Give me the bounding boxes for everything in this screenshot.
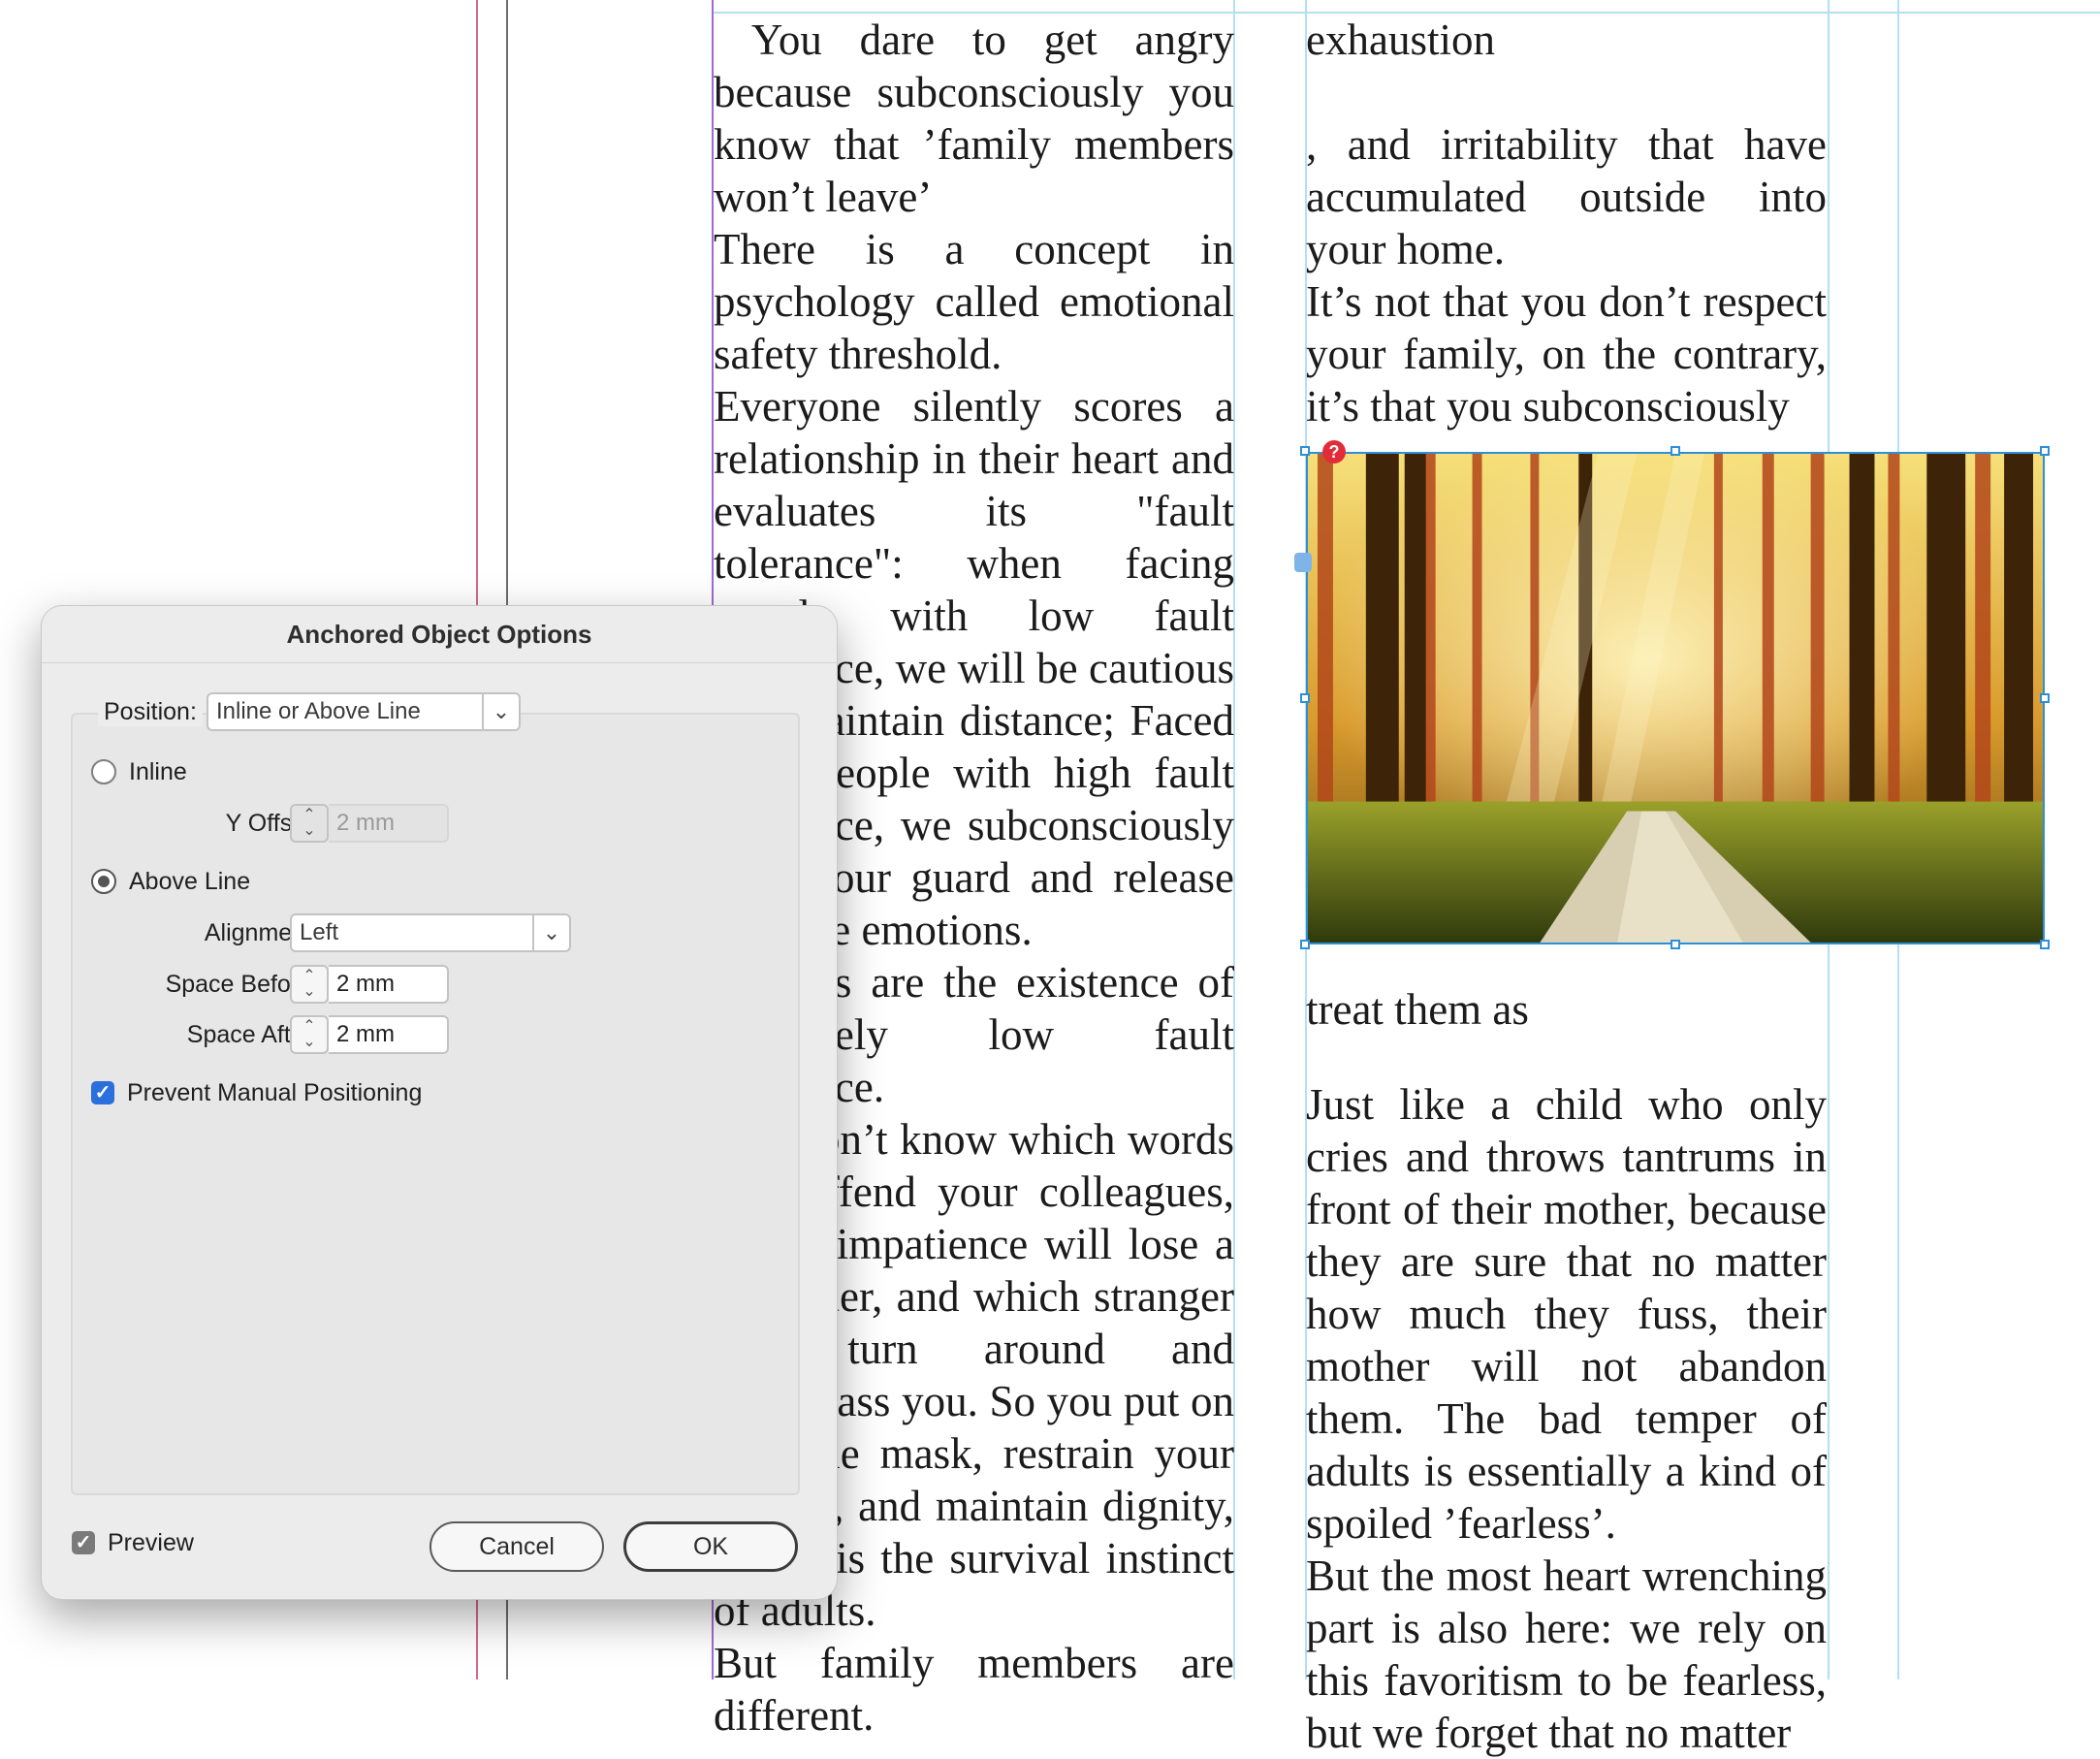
checkmark-icon: ✓: [94, 1082, 111, 1103]
forest-image: [1308, 454, 2043, 943]
space-after-label: Space After:: [186, 1021, 319, 1048]
paragraph: But family members are different.: [714, 1639, 1234, 1740]
paragraph: You dare to get angry because subconscio…: [714, 16, 1234, 221]
chevron-down-icon: ⌄: [532, 915, 569, 950]
paragraph: exhaustion: [1306, 16, 1495, 64]
inline-label: Inline: [129, 758, 187, 785]
y-offset-field: 2 mm: [329, 804, 449, 843]
frame-handle[interactable]: [2040, 693, 2050, 703]
paragraph: There is a concept in psychology called …: [714, 225, 1234, 378]
space-before-field[interactable]: 2 mm: [329, 965, 449, 1004]
prevent-manual-checkbox[interactable]: ✓: [91, 1081, 114, 1104]
preview-label: Preview: [108, 1529, 194, 1556]
anchored-object-options-dialog: Anchored Object Options Position: Inline…: [41, 605, 838, 1600]
preview-checkbox[interactable]: ✓: [72, 1531, 95, 1554]
ok-button[interactable]: OK: [623, 1521, 798, 1572]
paragraph: But the most heart wrenching part is als…: [1306, 1551, 1827, 1757]
y-offset-stepper: ⌃ ⌄: [290, 804, 329, 843]
alignment-value: Left: [300, 919, 339, 945]
space-before-stepper[interactable]: ⌃ ⌄: [290, 965, 329, 1004]
frame-handle[interactable]: [2040, 940, 2050, 949]
cancel-button[interactable]: Cancel: [430, 1521, 604, 1572]
missing-link-icon[interactable]: ?: [1322, 440, 1346, 464]
position-label: Position:: [98, 698, 203, 726]
prevent-manual-label: Prevent Manual Positioning: [127, 1079, 423, 1106]
above-line-label: Above Line: [129, 868, 251, 895]
stepper-down-icon: ⌄: [302, 1034, 316, 1050]
stepper-down-icon: ⌄: [302, 822, 316, 839]
space-before-label: Space Before:: [165, 971, 319, 998]
paragraph: Just like a child who only cries and thr…: [1306, 1080, 1827, 1548]
frame-handle[interactable]: [1300, 940, 1310, 949]
position-value: Inline or Above Line: [216, 698, 421, 724]
anchored-image-frame[interactable]: [1306, 452, 2045, 944]
paragraph: , and irritability that have accumulated…: [1306, 120, 1827, 273]
anchor-marker-icon[interactable]: [1294, 553, 1312, 572]
paragraph: It’s not that you don’t respect your fam…: [1306, 277, 1827, 431]
stepper-down-icon: ⌄: [302, 983, 316, 1000]
alignment-select[interactable]: Left ⌄: [290, 913, 571, 952]
frame-handle[interactable]: [2040, 446, 2050, 456]
paragraph: treat them as: [1306, 985, 1529, 1034]
chevron-down-icon: ⌄: [482, 694, 519, 729]
space-after-stepper[interactable]: ⌃ ⌄: [290, 1015, 329, 1054]
dialog-title: Anchored Object Options: [286, 620, 592, 649]
title-divider: [42, 662, 837, 663]
frame-handle[interactable]: [1670, 446, 1680, 456]
frame-handle[interactable]: [1670, 940, 1680, 949]
space-after-field[interactable]: 2 mm: [329, 1015, 449, 1054]
frame-handle[interactable]: [1300, 446, 1310, 456]
checkmark-icon: ✓: [75, 1532, 92, 1553]
frame-handle[interactable]: [1300, 693, 1310, 703]
inline-radio[interactable]: [91, 759, 116, 784]
above-line-radio[interactable]: [91, 869, 116, 894]
position-select[interactable]: Inline or Above Line ⌄: [207, 692, 521, 731]
